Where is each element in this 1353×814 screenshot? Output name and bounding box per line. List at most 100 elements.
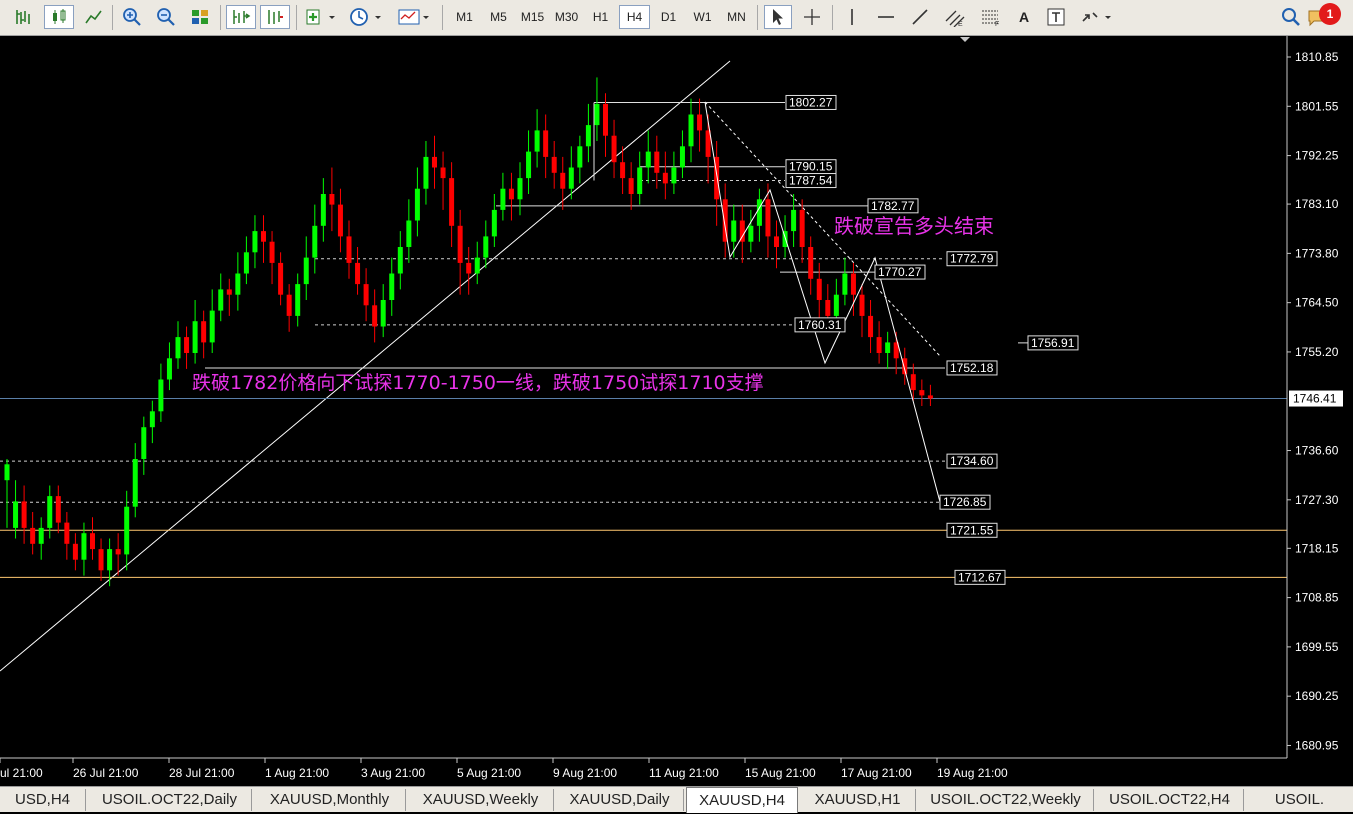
- tab-usoil-daily[interactable]: USOIL.OCT22,Daily: [88, 789, 252, 811]
- trendline-icon[interactable]: [906, 5, 934, 29]
- time-tick-label: 26 Jul 21:00: [73, 766, 139, 780]
- equidistant-channel-icon[interactable]: E: [940, 5, 970, 29]
- timeframe-m5[interactable]: M5: [483, 5, 514, 29]
- tab-usoil-h4[interactable]: USOIL.OCT22,H4: [1096, 789, 1244, 811]
- candle-body: [517, 178, 523, 200]
- level-label-1721-55: 1721.55: [946, 522, 998, 538]
- level-label-text: 1787.54: [789, 174, 833, 188]
- tab-xauusd-weekly[interactable]: XAUUSD,Weekly: [408, 789, 554, 811]
- timeframe-h1[interactable]: H1: [585, 5, 616, 29]
- candle-body: [654, 151, 660, 173]
- candle-body: [397, 247, 403, 274]
- tile-windows-icon[interactable]: [186, 5, 214, 29]
- candle-body: [876, 337, 882, 354]
- candle-body: [679, 146, 685, 168]
- candle-body: [389, 273, 395, 301]
- candle-body: [295, 284, 301, 316]
- candle-body: [902, 358, 908, 375]
- candle-body: [175, 337, 181, 359]
- alert-count-badge[interactable]: 1: [1319, 3, 1341, 25]
- zoom-out-icon[interactable]: [152, 5, 180, 29]
- candle-body: [594, 103, 600, 126]
- candle-body: [261, 231, 266, 242]
- price-tick-label: 1727.30: [1295, 493, 1339, 507]
- level-label-text: 1756.91: [1031, 336, 1075, 350]
- price-tick-label: 1783.10: [1295, 197, 1339, 211]
- vertical-line-icon[interactable]: [838, 5, 866, 29]
- text-tool-icon[interactable]: A: [1012, 5, 1036, 29]
- text-label-icon[interactable]: [1042, 5, 1070, 29]
- candle-body: [30, 527, 36, 544]
- chart-shift-icon[interactable]: [260, 5, 290, 29]
- level-label-text: 1721.55: [950, 523, 994, 537]
- candle-body: [149, 411, 155, 428]
- tab-usoil-weekly[interactable]: USOIL.OCT22,Weekly: [918, 789, 1094, 811]
- candle-body: [842, 273, 848, 295]
- candle-body: [337, 204, 343, 237]
- timeframe-m1[interactable]: M1: [449, 5, 480, 29]
- periods-dropdown-icon[interactable]: [346, 5, 386, 29]
- tab-usoil-partial[interactable]: USOIL.: [1246, 789, 1353, 811]
- time-tick-label: 1 Aug 21:00: [265, 766, 329, 780]
- price-tick-label: 1810.85: [1295, 50, 1339, 64]
- level-label-1712-67: 1712.67: [954, 569, 1006, 585]
- timeframe-h4[interactable]: H4: [619, 5, 650, 29]
- candle-body: [927, 395, 933, 399]
- candle-body: [500, 188, 506, 210]
- candle-body: [312, 225, 318, 258]
- fibonacci-icon[interactable]: F: [976, 5, 1006, 29]
- indicators-dropdown-icon[interactable]: [302, 5, 340, 29]
- level-label-text: 1802.27: [789, 95, 833, 109]
- candle-body: [697, 114, 703, 131]
- tab-xauusd-h4-left[interactable]: USD,H4: [0, 789, 86, 811]
- level-label-1734-60: 1734.60: [946, 453, 998, 469]
- candle-body: [526, 151, 532, 179]
- candlestick-chart-icon[interactable]: [44, 5, 74, 29]
- candle-body: [671, 167, 677, 184]
- time-tick-label: 19 Aug 21:00: [937, 766, 1008, 780]
- level-label-text: 1770.27: [878, 265, 922, 279]
- timeframe-mn[interactable]: MN: [721, 5, 752, 29]
- tab-xauusd-h4[interactable]: XAUUSD,H4: [686, 787, 798, 813]
- time-tick-label: 9 Aug 21:00: [553, 766, 617, 780]
- horizontal-line-icon[interactable]: [872, 5, 900, 29]
- candle-body: [774, 236, 779, 248]
- search-icon[interactable]: [1278, 5, 1304, 29]
- candle-body: [551, 156, 557, 173]
- candle-body: [919, 390, 925, 396]
- timeframe-m30[interactable]: M30: [551, 5, 582, 29]
- level-label-1802-27: 1802.27: [785, 94, 837, 110]
- templates-dropdown-icon[interactable]: [394, 5, 434, 29]
- level-label-text: 1790.15: [789, 160, 833, 174]
- candle-body: [568, 167, 574, 189]
- timeframe-m15[interactable]: M15: [517, 5, 548, 29]
- candle-body: [115, 549, 121, 555]
- auto-scroll-icon[interactable]: [226, 5, 256, 29]
- bar-chart-icon[interactable]: [10, 5, 38, 29]
- arrows-dropdown-icon[interactable]: [1076, 5, 1116, 29]
- timeframe-d1[interactable]: D1: [653, 5, 684, 29]
- tab-xauusd-monthly[interactable]: XAUUSD,Monthly: [254, 789, 406, 811]
- zoom-in-icon[interactable]: [118, 5, 146, 29]
- level-label-1752-18: 1752.18: [946, 360, 998, 376]
- level-label-text: 1712.67: [958, 570, 1002, 584]
- candle-body: [72, 543, 78, 560]
- time-tick-label: 5 Aug 21:00: [457, 766, 521, 780]
- candle-body: [850, 273, 856, 295]
- annotation-bull-end: 跌破宣告多头结束: [834, 214, 994, 238]
- tab-xauusd-h1[interactable]: XAUUSD,H1: [800, 789, 916, 811]
- price-chart[interactable]: 1802.27 1790.151787.54 1782.77 1772.79 1770.…: [0, 36, 1353, 786]
- price-tick-label: 1792.25: [1295, 149, 1339, 163]
- candle-body: [201, 321, 207, 343]
- tab-xauusd-daily[interactable]: XAUUSD,Daily: [556, 789, 684, 811]
- candle-body: [432, 156, 437, 168]
- candle-body: [756, 199, 762, 226]
- timeframe-w1[interactable]: W1: [687, 5, 718, 29]
- level-label-1782-77: 1782.77: [867, 198, 919, 214]
- annotation-break-targets: 跌破1782价格向下试探1770-1750一线，跌破1750试探1710支撑: [192, 372, 764, 394]
- line-chart-icon[interactable]: [80, 5, 108, 29]
- candle-body: [4, 464, 10, 481]
- crosshair-icon[interactable]: [798, 5, 826, 29]
- cursor-icon[interactable]: [764, 5, 792, 29]
- candle-body: [688, 114, 694, 147]
